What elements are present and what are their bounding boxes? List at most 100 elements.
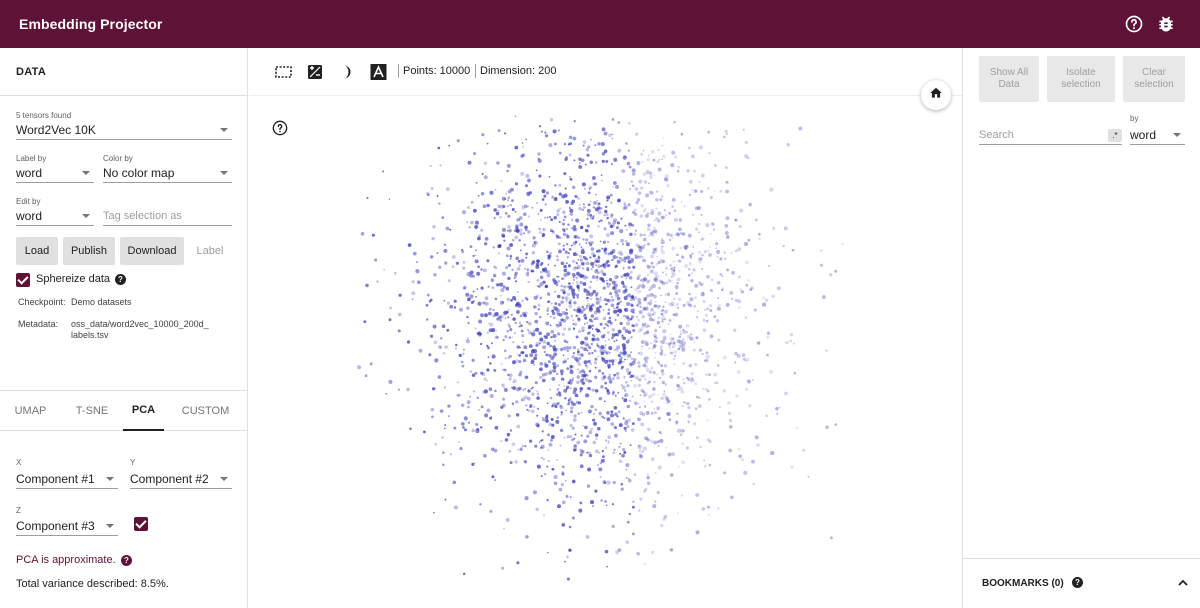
embedding-point bbox=[573, 278, 576, 282]
embedding-point bbox=[572, 345, 577, 350]
bug-icon[interactable] bbox=[1156, 14, 1176, 34]
label-by-select[interactable]: word bbox=[16, 163, 94, 183]
embedding-point bbox=[518, 354, 521, 357]
embedding-point bbox=[486, 203, 490, 208]
search-input[interactable]: Search bbox=[979, 125, 1122, 145]
embedding-point bbox=[622, 447, 626, 452]
embedding-point bbox=[382, 170, 385, 173]
embedding-point bbox=[645, 169, 650, 174]
embedding-point bbox=[477, 236, 481, 241]
embedding-point bbox=[507, 308, 510, 311]
embedding-point bbox=[630, 357, 634, 361]
embedding-point bbox=[508, 228, 512, 233]
embedding-point bbox=[407, 243, 412, 247]
chevron-up-icon[interactable] bbox=[1177, 577, 1189, 592]
label-button[interactable]: Label bbox=[188, 237, 232, 265]
embedding-point bbox=[606, 359, 609, 362]
embedding-point bbox=[712, 228, 716, 231]
embedding-point bbox=[641, 161, 644, 164]
embedding-point bbox=[650, 254, 655, 259]
bookmarks-bar[interactable]: BOOKMARKS (0) ? bbox=[963, 558, 1200, 608]
embedding-point bbox=[722, 389, 727, 393]
tab-umap[interactable]: UMAP bbox=[0, 391, 61, 431]
embedding-point bbox=[628, 512, 631, 516]
color-by-select[interactable]: No color map bbox=[103, 163, 232, 183]
embedding-point bbox=[593, 375, 598, 380]
publish-button[interactable]: Publish bbox=[63, 237, 115, 265]
embedding-point bbox=[516, 229, 520, 234]
pca-z-select[interactable]: Component #3 bbox=[16, 516, 118, 536]
help-icon[interactable] bbox=[1124, 14, 1144, 34]
embedding-point bbox=[596, 199, 599, 202]
embedding-point bbox=[601, 415, 604, 419]
label-by-label: Label by bbox=[16, 154, 47, 163]
night-mode-icon[interactable] bbox=[307, 64, 323, 80]
embedding-point bbox=[684, 263, 689, 269]
pca-x-value: Component #1 bbox=[16, 471, 95, 486]
embedding-point bbox=[558, 151, 562, 155]
regex-toggle[interactable]: .* bbox=[1108, 129, 1122, 142]
clear-selection-button[interactable]: Clear selection bbox=[1123, 56, 1185, 102]
embedding-point bbox=[652, 158, 656, 162]
label-icon[interactable] bbox=[370, 64, 387, 80]
sphereize-checkbox[interactable] bbox=[16, 273, 30, 287]
pca-y-select[interactable]: Component #2 bbox=[130, 469, 232, 489]
embedding-point bbox=[502, 234, 506, 238]
embedding-point bbox=[678, 218, 683, 222]
embedding-point bbox=[599, 476, 602, 478]
embedding-point bbox=[681, 405, 684, 408]
embedding-point bbox=[594, 270, 598, 274]
tag-selection-input[interactable]: Tag selection as bbox=[103, 206, 232, 226]
tab-pca[interactable]: PCA bbox=[123, 391, 164, 431]
isolate-selection-button[interactable]: Isolate selection bbox=[1047, 56, 1115, 102]
color-by-value: No color map bbox=[103, 165, 175, 180]
embedding-point bbox=[656, 218, 661, 223]
embedding-point bbox=[495, 329, 498, 332]
embedding-point bbox=[590, 342, 593, 346]
embedding-point bbox=[507, 276, 511, 281]
help-icon[interactable]: ? bbox=[121, 555, 132, 566]
contrast-icon[interactable] bbox=[339, 64, 355, 80]
embedding-point bbox=[714, 190, 716, 193]
download-button[interactable]: Download bbox=[120, 237, 184, 265]
embedding-point bbox=[443, 248, 448, 253]
embedding-point bbox=[588, 346, 592, 349]
embedding-point bbox=[643, 377, 647, 381]
edit-by-select[interactable]: word bbox=[16, 206, 94, 226]
embedding-point bbox=[556, 294, 561, 299]
embedding-point bbox=[674, 155, 678, 159]
load-button[interactable]: Load bbox=[16, 237, 58, 265]
embedding-point bbox=[527, 230, 531, 234]
embedding-point bbox=[802, 448, 806, 452]
embedding-point bbox=[496, 336, 499, 339]
pca-x-select[interactable]: Component #1 bbox=[16, 469, 118, 489]
embedding-point bbox=[506, 163, 511, 168]
tab-tsne[interactable]: T-SNE bbox=[61, 391, 123, 431]
embedding-point bbox=[723, 257, 727, 260]
embedding-point bbox=[474, 327, 477, 330]
embedding-point bbox=[607, 441, 610, 444]
pca-z-checkbox[interactable] bbox=[134, 517, 148, 531]
embedding-point bbox=[725, 216, 730, 221]
embedding-point bbox=[643, 237, 647, 242]
tensor-select[interactable]: Word2Vec 10K bbox=[16, 120, 232, 140]
embedding-point bbox=[589, 256, 592, 259]
tab-custom[interactable]: CUSTOM bbox=[164, 391, 247, 431]
embedding-point bbox=[650, 191, 654, 195]
embedding-point bbox=[582, 382, 586, 385]
embedding-point bbox=[566, 256, 570, 259]
embedding-point bbox=[550, 329, 555, 334]
embedding-point bbox=[514, 145, 519, 150]
embedding-point bbox=[579, 254, 583, 258]
embedding-point bbox=[563, 388, 568, 393]
show-all-data-button[interactable]: Show All Data bbox=[979, 56, 1039, 102]
search-by-select[interactable]: word bbox=[1130, 125, 1185, 145]
select-rectangle-icon[interactable] bbox=[275, 64, 292, 80]
help-icon[interactable]: ? bbox=[1072, 577, 1083, 588]
embedding-point bbox=[623, 289, 627, 293]
embedding-point bbox=[546, 216, 549, 219]
embedding-scatter-plot[interactable] bbox=[249, 96, 962, 608]
help-icon[interactable]: ? bbox=[115, 274, 126, 285]
embedding-point bbox=[592, 418, 596, 422]
embedding-point bbox=[544, 362, 547, 365]
